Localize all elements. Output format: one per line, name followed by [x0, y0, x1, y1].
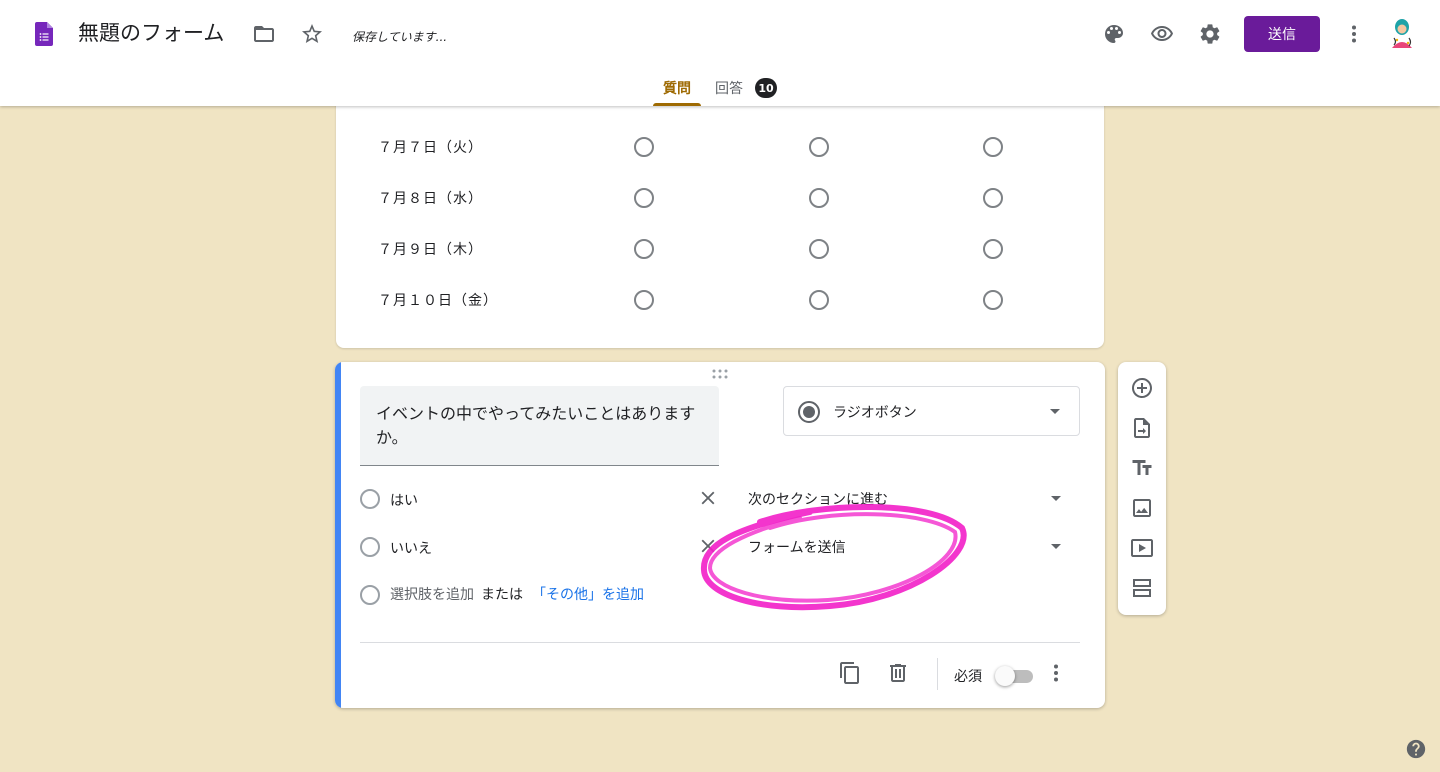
floating-toolbar: [1118, 362, 1166, 615]
chevron-down-icon[interactable]: [1051, 496, 1061, 501]
saving-status: 保存しています...: [352, 30, 448, 44]
send-button[interactable]: 送信: [1244, 16, 1320, 52]
section-navigation-dropdown[interactable]: フォームを送信: [748, 537, 846, 557]
or-label: または: [481, 587, 523, 603]
option-radio-icon: [360, 585, 380, 605]
chevron-down-icon: [1050, 409, 1060, 414]
section-navigation-dropdown[interactable]: 次のセクションに進む: [748, 489, 888, 509]
option-input[interactable]: はい: [390, 490, 418, 510]
grid-radio[interactable]: [809, 290, 829, 310]
palette-icon[interactable]: [1102, 22, 1126, 46]
question-title-input[interactable]: イベントの中でやってみたいことはありますか。: [360, 386, 719, 466]
add-video-icon[interactable]: [1130, 536, 1154, 560]
chevron-down-icon[interactable]: [1051, 544, 1061, 549]
grid-row-label: ７月１０日（金）: [378, 293, 498, 309]
add-other-link[interactable]: 「その他」を追加: [532, 584, 644, 604]
footer-divider: [360, 642, 1080, 643]
question-title-text: イベントの中でやってみたいことはありますか。: [376, 404, 696, 447]
more-vert-icon[interactable]: [1044, 661, 1068, 685]
required-toggle-thumb[interactable]: [995, 666, 1015, 686]
grid-radio[interactable]: [809, 137, 829, 157]
question-type-label: ラジオボタン: [833, 405, 917, 421]
grid-radio[interactable]: [983, 290, 1003, 310]
help-icon[interactable]: [1405, 738, 1427, 760]
add-question-icon[interactable]: [1130, 376, 1154, 400]
grid-radio[interactable]: [634, 239, 654, 259]
tab-responses[interactable]: 回答: [715, 78, 743, 106]
option-radio-icon: [360, 489, 380, 509]
active-card-indicator: [335, 362, 341, 708]
import-questions-icon[interactable]: [1130, 416, 1154, 440]
tab-questions-label: 質問: [663, 81, 691, 97]
grid-radio[interactable]: [809, 239, 829, 259]
folder-icon[interactable]: [252, 22, 276, 46]
grid-row-label: ７月７日（火）: [378, 140, 483, 156]
grid-radio[interactable]: [634, 188, 654, 208]
settings-gear-icon[interactable]: [1198, 22, 1222, 46]
delete-icon[interactable]: [886, 661, 910, 685]
preview-eye-icon[interactable]: [1150, 22, 1174, 46]
add-section-icon[interactable]: [1130, 576, 1154, 600]
active-tab-indicator: [653, 103, 701, 106]
footer-vertical-divider: [937, 658, 938, 690]
app-header: 無題のフォーム 保存しています... 送信 質問 回答 10: [0, 0, 1440, 106]
grid-radio[interactable]: [983, 188, 1003, 208]
tab-questions[interactable]: 質問: [653, 78, 701, 106]
close-icon[interactable]: [697, 535, 719, 557]
grid-radio[interactable]: [983, 137, 1003, 157]
avatar[interactable]: [1388, 18, 1416, 50]
active-question-card[interactable]: イベントの中でやってみたいことはありますか。 ラジオボタン はい 次のセクション…: [335, 362, 1105, 708]
more-vert-icon[interactable]: [1342, 22, 1366, 46]
option-input[interactable]: いいえ: [390, 538, 432, 558]
grid-row-label: ７月９日（木）: [378, 242, 483, 258]
grid-radio[interactable]: [634, 137, 654, 157]
star-icon[interactable]: [300, 22, 324, 46]
form-title[interactable]: 無題のフォーム: [78, 19, 224, 47]
add-option-button[interactable]: 選択肢を追加: [390, 584, 474, 604]
grid-radio[interactable]: [809, 188, 829, 208]
question-type-dropdown[interactable]: ラジオボタン: [783, 386, 1080, 436]
add-image-icon[interactable]: [1130, 496, 1154, 520]
duplicate-icon[interactable]: [838, 661, 862, 685]
responses-count-badge: 10: [755, 78, 777, 98]
add-title-icon[interactable]: [1130, 456, 1154, 480]
grid-radio[interactable]: [983, 239, 1003, 259]
grid-row-label: ７月８日（水）: [378, 191, 483, 207]
drag-handle-icon[interactable]: [711, 368, 729, 380]
grid-radio[interactable]: [634, 290, 654, 310]
radio-button-type-icon: [798, 401, 820, 423]
tab-responses-label: 回答: [715, 81, 743, 97]
forms-logo-icon[interactable]: [35, 22, 53, 46]
close-icon[interactable]: [697, 487, 719, 509]
option-radio-icon: [360, 537, 380, 557]
required-label: 必須: [954, 669, 982, 685]
